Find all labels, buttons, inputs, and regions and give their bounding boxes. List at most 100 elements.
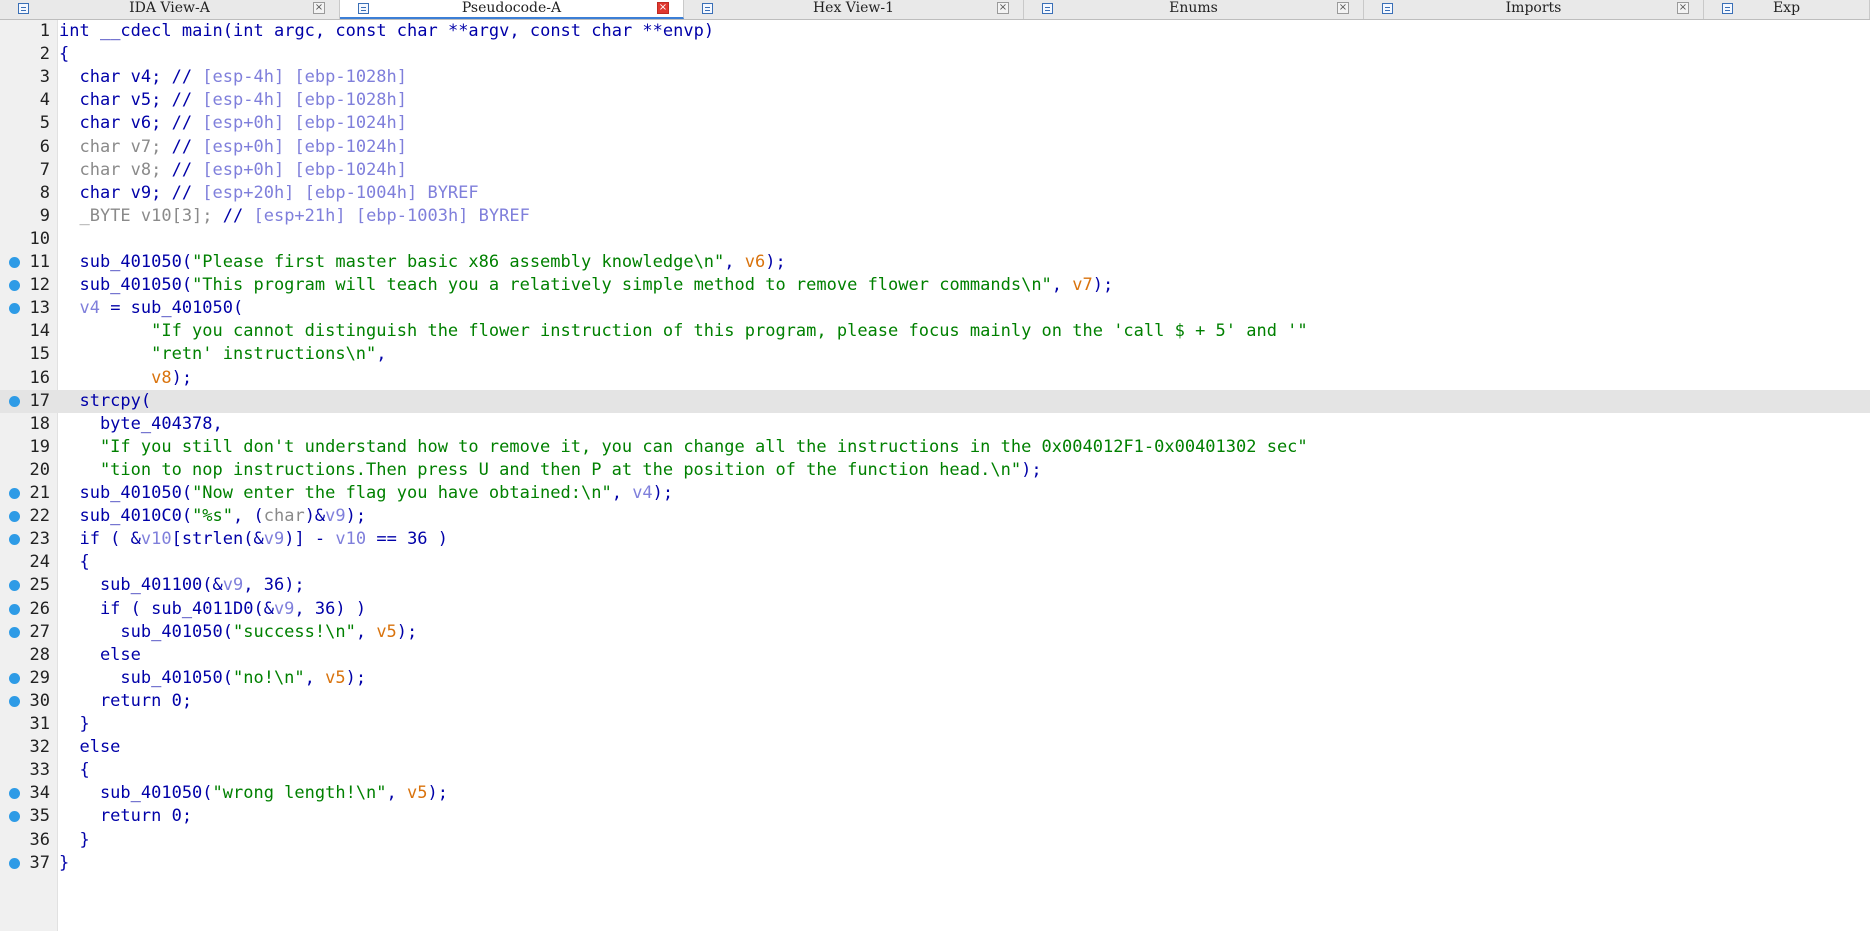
code-line[interactable]: 5 char v6; // [esp+0h] [ebp-1024h] — [0, 112, 1870, 135]
code-line[interactable]: 26 if ( sub_4011D0(&v9, 36) ) — [0, 598, 1870, 621]
code-line[interactable]: 34 sub_401050("wrong length!\n", v5); — [0, 782, 1870, 805]
pseudocode-editor[interactable]: 1 int __cdecl main(int argc, const char *… — [0, 20, 1870, 931]
breakpoint-dot-icon[interactable] — [9, 395, 20, 407]
code-text: { — [59, 551, 89, 574]
code-token: [esp-4h] [ebp-1028h] — [202, 67, 407, 88]
code-line[interactable]: 15 "retn' instructions\n", — [0, 343, 1870, 366]
code-token: [esp-4h] [ebp-1028h] — [202, 90, 407, 111]
code-line[interactable]: 18 byte_404378, — [0, 413, 1870, 436]
code-line[interactable]: 10 — [0, 228, 1870, 251]
code-line[interactable]: 28 else — [0, 644, 1870, 667]
tab-bar: IDA View-A × Pseudocode-A × Hex View-1 × Enums… — [0, 0, 1870, 20]
line-number: 6 — [39, 136, 50, 157]
code-token: v5 — [407, 783, 428, 804]
close-icon[interactable]: × — [997, 2, 1009, 14]
code-text: sub_4010C0("%s", (char)&v9); — [59, 505, 366, 528]
breakpoint-dot-icon[interactable] — [9, 857, 20, 869]
code-line[interactable]: 11 sub_401050("Please first master basic… — [0, 251, 1870, 274]
code-line[interactable]: 32 else — [0, 736, 1870, 759]
code-token: ); — [765, 252, 786, 272]
code-token: // — [171, 136, 203, 157]
code-line[interactable]: 19 "If you still don't understand how to… — [0, 436, 1870, 459]
code-line[interactable]: 35 return 0; — [0, 805, 1870, 828]
code-line[interactable]: 37} — [0, 852, 1870, 875]
tab-exp[interactable]: Exp — [1704, 0, 1870, 19]
code-line[interactable]: 7 char v8; // [esp+0h] [ebp-1024h] — [0, 159, 1870, 182]
tab-label: Exp — [1772, 0, 1801, 16]
code-token: = sub_401050( — [99, 298, 244, 319]
line-number: 11 — [29, 252, 50, 272]
code-line[interactable]: 30 return 0; — [0, 690, 1870, 713]
code-token: ); — [396, 621, 418, 642]
close-icon[interactable]: × — [313, 2, 325, 14]
code-line[interactable]: 25 sub_401100(&v9, 36); — [0, 574, 1870, 597]
code-line[interactable]: 21 sub_401050("Now enter the flag you ha… — [0, 482, 1870, 505]
code-line[interactable]: 3 char v4; // [esp-4h] [ebp-1028h] — [0, 66, 1870, 89]
tab-ida-view-a[interactable]: IDA View-A × — [0, 0, 340, 19]
code-text: v4 = sub_401050( — [59, 297, 243, 320]
code-line[interactable]: 23 if ( &v10[strlen(&v9)] - v10 == 36 ) — [0, 528, 1870, 551]
line-number: 5 — [39, 113, 50, 134]
code-text: } — [59, 829, 89, 852]
code-line[interactable]: 17 strcpy( — [0, 389, 1870, 413]
code-line[interactable]: 2{ — [0, 43, 1870, 66]
code-line[interactable]: 6 char v7; // [esp+0h] [ebp-1024h] — [0, 136, 1870, 159]
close-icon[interactable]: × — [1677, 2, 1689, 14]
breakpoint-dot-icon[interactable] — [9, 534, 20, 546]
code-line[interactable]: 36 } — [0, 829, 1870, 852]
code-token: char v5; // — [59, 90, 203, 111]
code-text: sub_401050("This program will teach you … — [59, 274, 1113, 297]
code-token: sub_401050( — [59, 252, 193, 272]
breakpoint-dot-icon[interactable] — [9, 672, 20, 684]
code-token: if ( sub_4011D0(& — [59, 598, 274, 619]
breakpoint-dot-icon[interactable] — [9, 580, 20, 592]
code-token: { — [59, 44, 70, 65]
line-number: 14 — [29, 321, 50, 342]
code-line[interactable]: 27 sub_401050("success!\n", v5); — [0, 621, 1870, 644]
breakpoint-dot-icon[interactable] — [9, 788, 20, 800]
code-token: char — [263, 506, 305, 527]
code-line[interactable]: 1 int __cdecl main(int argc, const char *… — [0, 20, 1870, 43]
code-line[interactable]: 20 "tion to nop instructions.Then press … — [0, 459, 1870, 482]
tab-imports[interactable]: Imports × — [1364, 0, 1704, 19]
code-line[interactable]: 33 { — [0, 759, 1870, 782]
code-line[interactable]: 13 v4 = sub_401050( — [0, 297, 1870, 320]
code-text: char v9; // [esp+20h] [ebp-1004h] BYREF — [59, 182, 478, 205]
line-number: 15 — [29, 344, 50, 365]
breakpoint-dot-icon[interactable] — [9, 280, 20, 292]
code-line[interactable]: 14 "If you cannot distinguish the flower… — [0, 320, 1870, 343]
code-line[interactable]: 29 sub_401050("no!\n", v5); — [0, 667, 1870, 690]
tab-label: IDA View-A — [129, 0, 210, 16]
breakpoint-dot-icon[interactable] — [9, 603, 20, 615]
breakpoint-dot-icon[interactable] — [9, 811, 20, 823]
code-text: sub_401050("wrong length!\n", v5); — [59, 782, 448, 805]
breakpoint-dot-icon[interactable] — [9, 303, 20, 315]
breakpoint-dot-icon[interactable] — [9, 257, 20, 268]
tab-enums[interactable]: Enums × — [1024, 0, 1364, 19]
code-token: "Now enter the flag you have obtained:\n… — [192, 483, 612, 503]
code-line[interactable]: 9 _BYTE v10[3]; // [esp+21h] [ebp-1003h]… — [0, 205, 1870, 228]
line-number: 17 — [29, 390, 50, 411]
breakpoint-dot-icon[interactable] — [9, 626, 20, 638]
code-line[interactable]: 12 sub_401050("This program will teach y… — [0, 274, 1870, 297]
tab-pseudocode-a[interactable]: Pseudocode-A × — [340, 0, 684, 19]
breakpoint-dot-icon[interactable] — [9, 695, 20, 707]
line-number: 19 — [29, 436, 50, 457]
code-line[interactable]: 31 } — [0, 713, 1870, 736]
code-line[interactable]: 22 sub_4010C0("%s", (char)&v9); — [0, 505, 1870, 528]
code-line[interactable]: 4 char v5; // [esp-4h] [ebp-1028h] — [0, 89, 1870, 112]
code-line[interactable]: 24 { — [0, 551, 1870, 574]
code-token: (int argc, const char **argv, const char… — [222, 21, 715, 41]
code-line[interactable]: 16 v8); — [0, 367, 1870, 390]
code-token: strcpy( — [59, 390, 152, 411]
line-number: 34 — [29, 783, 50, 804]
breakpoint-dot-icon[interactable] — [9, 488, 20, 499]
code-token: [esp+0h] [ebp-1024h] — [202, 159, 408, 180]
code-line[interactable]: 8 char v9; // [esp+20h] [ebp-1004h] BYRE… — [0, 182, 1870, 205]
close-icon[interactable]: × — [1337, 2, 1349, 14]
tab-hex-view-1[interactable]: Hex View-1 × — [684, 0, 1024, 19]
code-token: , 36) ) — [294, 598, 367, 619]
close-icon[interactable]: × — [657, 2, 669, 14]
code-text: char v4; // [esp-4h] [ebp-1028h] — [59, 66, 407, 89]
breakpoint-dot-icon[interactable] — [9, 511, 20, 523]
